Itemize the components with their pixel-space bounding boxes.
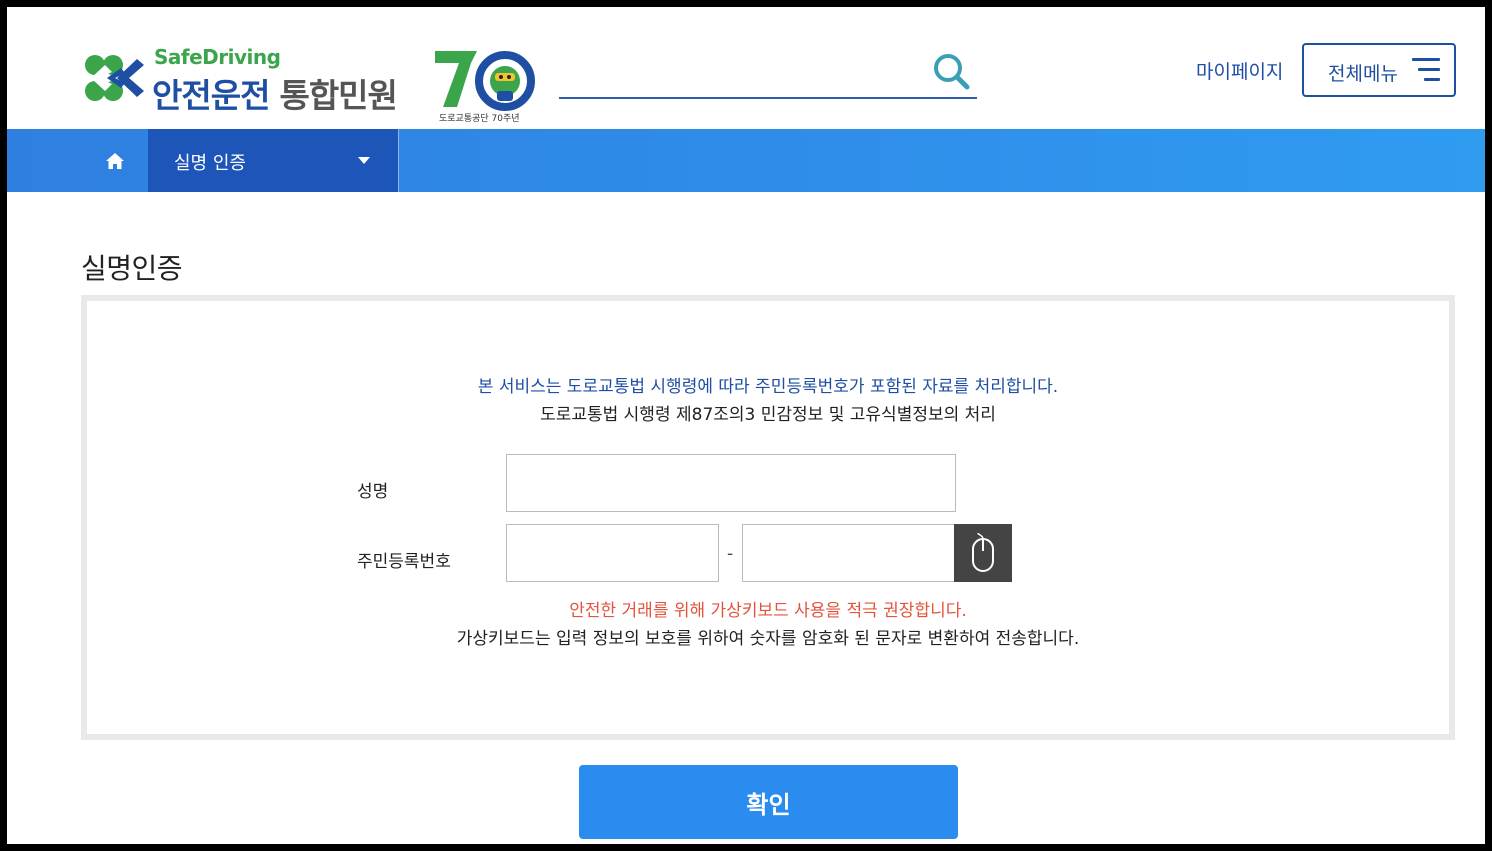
name-field xyxy=(506,454,956,512)
home-button[interactable] xyxy=(81,129,148,192)
page-title: 실명인증 xyxy=(81,252,183,285)
all-menu-button[interactable]: 전체메뉴 xyxy=(1302,43,1456,97)
hamburger-icon xyxy=(1412,58,1440,82)
search-input[interactable] xyxy=(559,47,923,95)
page-frame: SafeDriving 안전운전 통합민원 도로교통공단 70주년 마이페이지 전… xyxy=(7,7,1485,844)
search-bar xyxy=(559,47,977,99)
nav-bar: 실명 인증 xyxy=(7,129,1485,192)
verification-panel: 본 서비스는 도로교통법 시행령에 따라 주민등록번호가 포함된 자료를 처리합… xyxy=(81,295,1455,740)
name-input[interactable] xyxy=(507,455,955,511)
virtual-keyboard-info: 가상키보드는 입력 정보의 보호를 위하여 숫자를 암호화 된 문자로 변환하여… xyxy=(456,629,1080,649)
logo-title: 안전운전 통합민원 xyxy=(152,69,398,117)
logo-subtitle: SafeDriving xyxy=(154,45,281,69)
legal-notice: 도로교통법 시행령 제87조의3 민감정보 및 고유식별정보의 처리 xyxy=(540,405,996,425)
rrn-separator: - xyxy=(727,544,734,564)
site-logo[interactable]: SafeDriving 안전운전 통합민원 도로교통공단 70주년 xyxy=(81,45,541,129)
virtual-keyboard-button[interactable] xyxy=(954,524,1012,582)
rrn-back-field xyxy=(742,524,955,582)
virtual-keyboard-warning: 안전한 거래를 위해 가상키보드 사용을 적극 권장합니다. xyxy=(569,601,967,621)
confirm-button[interactable]: 확인 xyxy=(579,765,958,839)
rrn-front-field xyxy=(506,524,719,582)
mypage-link[interactable]: 마이페이지 xyxy=(1196,57,1283,84)
logo-title-blue: 안전운전 xyxy=(152,76,270,115)
clover-logo-icon xyxy=(85,55,144,101)
breadcrumb-dropdown[interactable]: 실명 인증 xyxy=(148,129,398,192)
name-label: 성명 xyxy=(357,482,389,502)
anniversary-caption: 도로교통공단 70주년 xyxy=(439,114,520,124)
nav-divider xyxy=(398,129,399,192)
home-icon xyxy=(105,152,124,169)
logo-title-gray: 통합민원 xyxy=(279,76,397,115)
seventy-anniversary-icon xyxy=(435,51,535,111)
rrn-front-input[interactable] xyxy=(507,525,718,581)
mouse-icon xyxy=(972,533,994,572)
search-icon[interactable] xyxy=(931,51,971,91)
caret-down-icon xyxy=(358,157,370,164)
all-menu-label: 전체메뉴 xyxy=(1328,63,1398,85)
breadcrumb-label: 실명 인증 xyxy=(174,153,246,174)
service-notice: 본 서비스는 도로교통법 시행령에 따라 주민등록번호가 포함된 자료를 처리합… xyxy=(477,377,1059,397)
rrn-label: 주민등록번호 xyxy=(357,552,451,572)
rrn-back-input[interactable] xyxy=(743,525,954,581)
